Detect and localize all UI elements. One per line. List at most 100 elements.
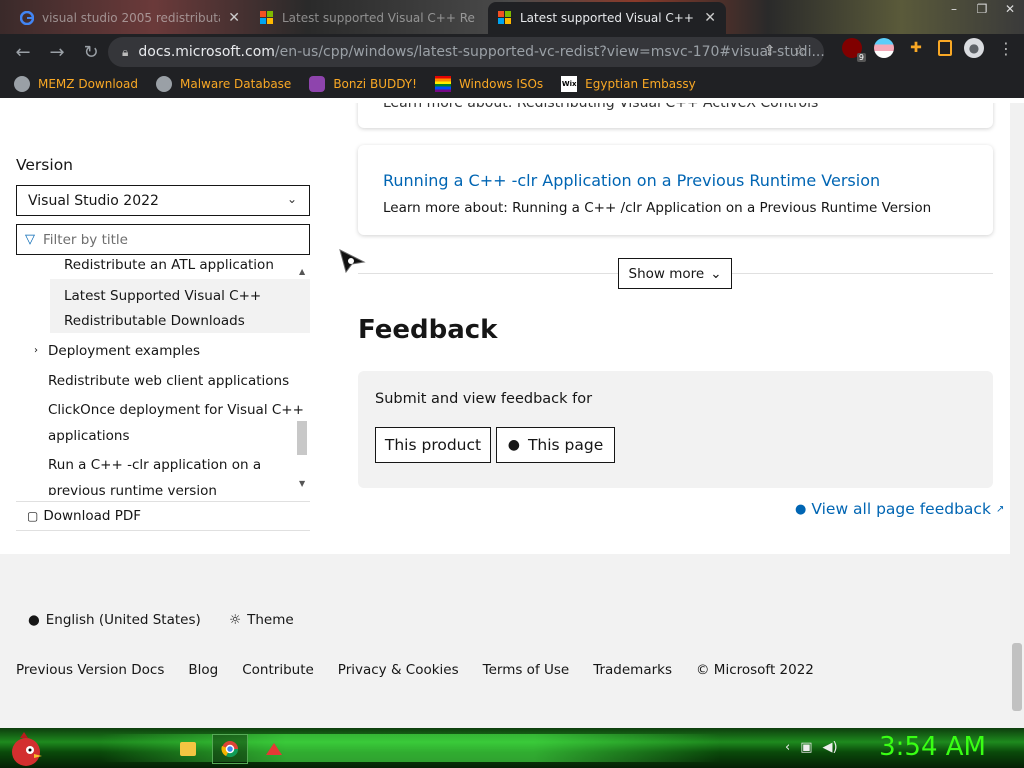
sun-icon: ☼: [229, 612, 242, 628]
bookmark-bonzi-buddy[interactable]: Bonzi BUDDY!: [309, 76, 417, 92]
close-icon[interactable]: ✕: [228, 10, 240, 26]
omnibox-actions: ⇪ ☆: [764, 43, 806, 59]
puzzle-icon[interactable]: ✚: [906, 38, 926, 58]
scroll-down-icon[interactable]: ▼: [299, 479, 305, 488]
globe-icon: [14, 76, 30, 92]
toc-item-redistribute-atl[interactable]: Redistribute an ATL application: [64, 255, 274, 278]
profile-avatar-icon[interactable]: ●: [964, 38, 984, 58]
page-footer: ● English (United States) ☼ Theme Previo…: [0, 554, 1010, 728]
download-pdf-link[interactable]: ▢ Download PDF: [16, 501, 310, 531]
theme-button[interactable]: ☼ Theme: [229, 612, 294, 628]
menu-kebab-icon[interactable]: ⋮: [996, 38, 1016, 58]
url-host: docs.microsoft.com: [138, 44, 275, 60]
footer-link-blog[interactable]: Blog: [188, 662, 218, 678]
close-icon[interactable]: ✕: [704, 10, 716, 26]
card-link[interactable]: Running a C++ -clr Application on a Prev…: [383, 171, 880, 190]
scroll-up-icon[interactable]: ▲: [299, 267, 305, 276]
start-button-angry-bird-icon[interactable]: [6, 730, 46, 768]
footer-link-trademarks[interactable]: Trademarks: [593, 662, 672, 678]
feedback-box: Submit and view feedback for This produc…: [358, 371, 993, 488]
toc-item-run-clr[interactable]: Run a C++ -clr application on a: [48, 452, 261, 478]
toc-item-redistribute-web[interactable]: Redistribute web client applications: [48, 368, 289, 394]
article-card-clr[interactable]: Running a C++ -clr Application on a Prev…: [358, 145, 993, 235]
sidebar-toggle-icon[interactable]: [938, 40, 952, 56]
toc-item-deployment-examples[interactable]: Deployment examples: [48, 338, 200, 364]
chevron-down-icon: ⌄: [286, 192, 297, 206]
tab-title: visual studio 2005 redistributab: [42, 11, 221, 25]
file-explorer-icon[interactable]: [170, 734, 206, 764]
bookmark-egyptian-embassy[interactable]: Wix Egyptian Embassy: [561, 76, 696, 92]
volume-icon[interactable]: ◀): [823, 740, 838, 755]
cursor-icon: [339, 249, 366, 274]
feedback-heading: Feedback: [358, 315, 498, 345]
maximize-icon[interactable]: ❐: [968, 0, 996, 20]
bookmark-star-icon[interactable]: ☆: [793, 43, 806, 59]
tab-google-search[interactable]: visual studio 2005 redistributab ✕: [10, 2, 250, 34]
chevron-right-icon[interactable]: ›: [34, 338, 38, 364]
download-pdf-label: Download PDF: [43, 508, 142, 524]
share-icon[interactable]: ⇪: [764, 43, 776, 59]
toc-scroll-thumb[interactable]: [297, 421, 307, 455]
network-icon[interactable]: ▣: [800, 740, 812, 755]
card-description: Learn more about: Redistributing Visual …: [383, 103, 819, 111]
back-icon[interactable]: ←: [8, 37, 38, 67]
address-bar[interactable]: 🔒︎ docs.microsoft.com/en-us/cpp/windows/…: [108, 37, 824, 67]
version-label: Version: [16, 156, 73, 174]
version-select[interactable]: Visual Studio 2022 ⌄: [16, 185, 310, 216]
chevron-down-icon: ⌄: [710, 265, 722, 282]
toc-item-clickonce[interactable]: ClickOnce deployment for Visual C++: [48, 397, 304, 423]
bookmark-label: Windows ISOs: [458, 77, 544, 91]
page-scrollbar[interactable]: [1010, 103, 1024, 728]
globe-icon: ●: [28, 612, 40, 628]
footer-link-previous-version[interactable]: Previous Version Docs: [16, 662, 164, 678]
taskbar: ‹ ▣ ◀) 3:54 AM: [0, 728, 1024, 768]
link-label: View all page feedback: [811, 500, 991, 518]
footer-link-terms[interactable]: Terms of Use: [483, 662, 570, 678]
card-description: Learn more about: Running a C++ /clr App…: [383, 200, 932, 216]
wix-icon: Wix: [561, 76, 578, 92]
toc-scrollbar[interactable]: ▲ ▼: [296, 261, 310, 493]
filter-input[interactable]: ▽ Filter by title: [16, 224, 310, 255]
filter-icon: ▽: [25, 232, 35, 247]
this-product-button[interactable]: This product: [375, 427, 491, 463]
minimize-icon[interactable]: –: [940, 0, 968, 20]
forward-icon[interactable]: →: [42, 37, 72, 67]
google-icon: [20, 11, 34, 25]
article-card-activex[interactable]: Learn more about: Redistributing Visual …: [358, 103, 993, 128]
view-all-feedback-link[interactable]: ● View all page feedback ↗: [795, 500, 1004, 518]
show-more-button[interactable]: Show more ⌄: [618, 258, 732, 289]
toc-item-clickonce-cont[interactable]: applications: [48, 423, 130, 449]
toc-item-latest-supported-cont[interactable]: Redistributable Downloads: [64, 308, 245, 334]
close-window-icon[interactable]: ✕: [996, 0, 1024, 20]
taskbar-clock[interactable]: 3:54 AM: [879, 732, 986, 762]
extensions-area: 9 ✚ ● ⋮: [842, 38, 1016, 62]
toc-item-latest-supported[interactable]: Latest Supported Visual C++: [64, 283, 261, 309]
button-label: This product: [384, 436, 482, 454]
bookmark-label: Egyptian Embassy: [585, 77, 696, 91]
tab-latest-supported-active[interactable]: Latest supported Visual C++ Red ✕: [488, 2, 726, 34]
bookmark-memz[interactable]: MEMZ Download: [14, 76, 138, 92]
tab-strip: visual studio 2005 redistributab ✕ Lates…: [0, 0, 1024, 34]
language-selector[interactable]: ● English (United States): [28, 612, 201, 628]
rainbow-flag-icon: [434, 76, 451, 92]
theme-label: Theme: [247, 612, 294, 628]
reload-icon[interactable]: ↻: [76, 37, 106, 67]
chrome-taskbar-icon[interactable]: [212, 734, 248, 764]
lock-icon[interactable]: 🔒︎: [122, 45, 128, 60]
tab-latest-supported-1[interactable]: Latest supported Visual C++ Re: [250, 2, 488, 34]
bookmark-windows-isos[interactable]: Windows ISOs: [434, 76, 544, 92]
bookmark-malware-database[interactable]: Malware Database: [155, 76, 291, 92]
tab-title: Latest supported Visual C++ Red: [520, 11, 696, 25]
bonzi-icon: [309, 76, 326, 92]
footer-link-contribute[interactable]: Contribute: [242, 662, 314, 678]
flag-extension-icon[interactable]: [874, 38, 894, 58]
app-taskbar-icon[interactable]: [256, 734, 292, 764]
copyright: © Microsoft 2022: [696, 662, 814, 678]
page-scroll-thumb[interactable]: [1012, 643, 1022, 711]
version-value: Visual Studio 2022: [28, 192, 159, 209]
footer-link-privacy[interactable]: Privacy & Cookies: [338, 662, 459, 678]
this-page-button[interactable]: ● This page: [496, 427, 615, 463]
tray-chevron-icon[interactable]: ‹: [785, 740, 790, 755]
toc-item-run-clr-cont[interactable]: previous runtime version: [48, 478, 217, 495]
ublock-icon[interactable]: 9: [842, 38, 866, 62]
